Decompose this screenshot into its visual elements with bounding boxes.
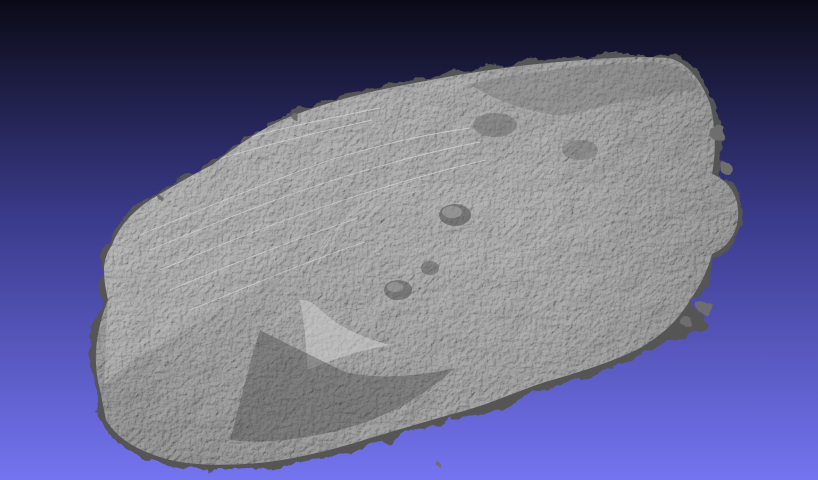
3d-viewport[interactable]	[0, 0, 818, 480]
viewport-canvas[interactable]	[0, 0, 818, 480]
